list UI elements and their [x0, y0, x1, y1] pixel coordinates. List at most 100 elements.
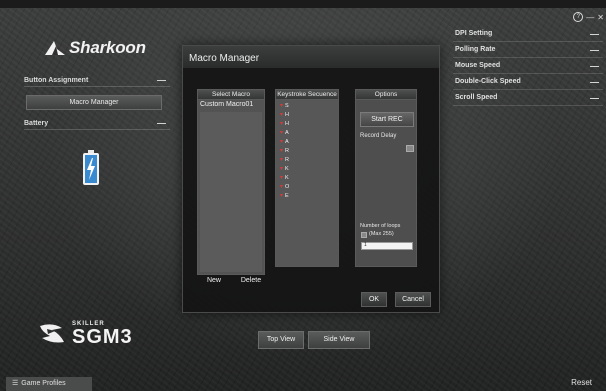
macro-manager-dialog: Macro Manager Select Macro Custom Macro0…	[182, 45, 440, 313]
number-of-loops-label: Number of loops	[360, 223, 401, 229]
brand-logo: Sharkoon	[44, 38, 146, 58]
keystroke-key: O	[285, 183, 290, 190]
settings-panel: DPI Setting — Polling Rate — Mouse Speed…	[453, 26, 603, 106]
collapse-icon[interactable]: —	[157, 75, 170, 85]
keystroke-key: K	[285, 165, 289, 172]
help-icon[interactable]: ?	[573, 12, 584, 22]
collapse-icon[interactable]: —	[157, 118, 170, 128]
keystroke-row[interactable]: ▾ R	[276, 146, 338, 155]
select-macro-header: Select Macro	[198, 90, 264, 100]
key-down-icon: ▾	[280, 103, 284, 109]
keystroke-key: A	[285, 138, 289, 145]
dialog-title: Macro Manager	[183, 46, 439, 68]
keystroke-row[interactable]: ▾ O	[276, 182, 338, 191]
expand-icon[interactable]: —	[590, 29, 603, 39]
key-down-icon: ▾	[280, 175, 284, 181]
mouse-speed-item[interactable]: Mouse Speed —	[453, 58, 603, 74]
keystroke-row[interactable]: ▾ K	[276, 164, 338, 173]
start-rec-button[interactable]: Start REC	[360, 112, 414, 127]
product-name: SKILLER SGM3	[72, 321, 133, 347]
key-down-icon: ▾	[280, 112, 284, 118]
brand-name: Sharkoon	[69, 38, 146, 57]
mouse-speed-label: Mouse Speed	[455, 62, 501, 69]
macro-list: Custom Macro01	[198, 100, 264, 274]
close-icon[interactable]: ✕	[597, 13, 604, 22]
keystroke-row[interactable]: ▾ H	[276, 110, 338, 119]
keystroke-row[interactable]: ▾ R	[276, 155, 338, 164]
expand-icon[interactable]: —	[590, 61, 603, 71]
dpi-setting-label: DPI Setting	[455, 30, 493, 37]
keystroke-key: R	[285, 147, 289, 154]
top-view-button[interactable]: Top View	[258, 331, 304, 349]
game-profiles-label: Game Profiles	[21, 380, 66, 387]
max-loops-hint: (Max 255)	[369, 231, 394, 237]
reset-button[interactable]: Reset	[571, 378, 592, 387]
shark-fin-icon	[45, 41, 65, 55]
polling-rate-item[interactable]: Polling Rate —	[453, 42, 603, 58]
double-click-speed-item[interactable]: Double-Click Speed —	[453, 74, 603, 90]
key-down-icon: ▾	[280, 193, 284, 199]
keystroke-key: H	[285, 111, 289, 118]
window-controls: ? — ✕	[573, 12, 604, 22]
key-down-icon: ▾	[280, 130, 284, 136]
select-macro-panel: Select Macro Custom Macro01	[197, 89, 265, 275]
battery-label: Battery	[24, 119, 49, 127]
game-profiles-button[interactable]: ☰ Game Profiles	[6, 377, 92, 391]
keystroke-key: S	[285, 102, 289, 109]
loops-input[interactable]: 1	[361, 242, 413, 250]
keystroke-row[interactable]: ▾ E	[276, 191, 338, 200]
scroll-speed-label: Scroll Speed	[455, 94, 498, 101]
keystroke-row[interactable]: ▾ S	[276, 101, 338, 110]
expand-icon[interactable]: —	[590, 45, 603, 55]
minimize-icon[interactable]: —	[586, 13, 594, 22]
keystroke-key: R	[285, 156, 289, 163]
dpi-setting-item[interactable]: DPI Setting —	[453, 26, 603, 42]
key-down-icon: ▾	[280, 184, 284, 190]
delete-macro-button[interactable]: Delete	[235, 274, 267, 287]
double-click-speed-label: Double-Click Speed	[455, 78, 521, 85]
product-logo: SKILLER SGM3	[38, 321, 133, 347]
loops-value: 1	[364, 242, 367, 248]
keystroke-row[interactable]: ▾ H	[276, 119, 338, 128]
macro-list-item[interactable]: Custom Macro01	[198, 100, 264, 109]
menu-icon: ☰	[12, 380, 19, 387]
options-body: Start REC Record Delay Number of loops (…	[356, 100, 416, 266]
key-down-icon: ▾	[280, 148, 284, 154]
keystroke-sequence-panel: Keystroke Secuence ▾ S ▾ H ▾ H ▾ A ▾ A ▾ R ▾ R …	[275, 89, 339, 267]
side-view-button[interactable]: Side View	[308, 331, 370, 349]
number-of-loops-checkbox[interactable]	[361, 232, 367, 238]
keystroke-row[interactable]: ▾ A	[276, 137, 338, 146]
options-header: Options	[356, 90, 416, 100]
macro-manager-button[interactable]: Macro Manager	[26, 95, 162, 110]
ok-button[interactable]: OK	[361, 292, 387, 307]
polling-rate-label: Polling Rate	[455, 46, 496, 53]
key-down-icon: ▾	[280, 121, 284, 127]
key-down-icon: ▾	[280, 157, 284, 163]
options-panel: Options Start REC Record Delay Number of…	[355, 89, 417, 267]
macro-list-empty-area	[200, 112, 262, 272]
key-down-icon: ▾	[280, 166, 284, 172]
keystroke-sequence-header: Keystroke Secuence	[276, 90, 338, 100]
key-down-icon: ▾	[280, 139, 284, 145]
button-assignment-header[interactable]: Button Assignment —	[24, 74, 170, 87]
keystroke-list: ▾ S ▾ H ▾ H ▾ A ▾ A ▾ R ▾ R ▾ K ▾ K ▾ O ▾ E	[276, 100, 338, 266]
expand-icon[interactable]: —	[590, 77, 603, 87]
button-assignment-label: Button Assignment	[24, 76, 89, 84]
keystroke-key: H	[285, 120, 289, 127]
cancel-button[interactable]: Cancel	[395, 292, 431, 307]
keystroke-row[interactable]: ▾ A	[276, 128, 338, 137]
record-delay-label: Record Delay	[360, 133, 397, 139]
product-model: SGM3	[72, 326, 133, 348]
top-bar	[0, 0, 606, 8]
keystroke-key: K	[285, 174, 289, 181]
keystroke-key: E	[285, 192, 289, 199]
scroll-speed-item[interactable]: Scroll Speed —	[453, 90, 603, 106]
record-delay-checkbox[interactable]	[406, 145, 414, 152]
keystroke-row[interactable]: ▾ K	[276, 173, 338, 182]
new-macro-button[interactable]: New	[200, 274, 228, 287]
expand-icon[interactable]: —	[590, 93, 603, 103]
battery-charging-icon	[82, 150, 100, 191]
battery-header[interactable]: Battery —	[24, 117, 170, 130]
keystroke-key: A	[285, 129, 289, 136]
skiller-emblem-icon	[40, 324, 64, 343]
